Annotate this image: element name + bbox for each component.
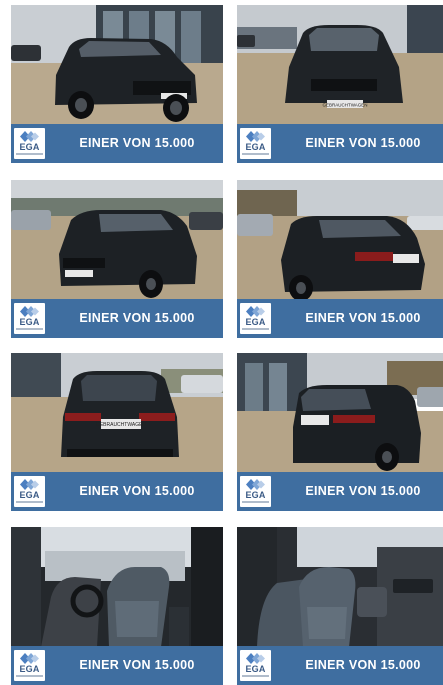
ega-logo: EGA (14, 128, 45, 159)
ega-logo-mark-icon (20, 479, 39, 490)
logo-text: EGA (19, 317, 40, 327)
banner-caption: EINER VON 15.000 (79, 311, 195, 325)
ega-logo-mark-icon (20, 131, 39, 142)
car-photo-front: GEBRAUCHTWAGEN (237, 5, 443, 125)
ega-logo-mark-icon (20, 653, 39, 664)
logo-subline (242, 501, 269, 503)
gallery-tile-6[interactable]: EGA EINER VON 15.000 (237, 353, 443, 511)
car-photo-interior-passenger-side (237, 527, 443, 647)
ega-logo-mark-icon (246, 306, 265, 317)
car-photo-front-three-quarter (11, 5, 223, 125)
ega-logo-mark-icon (246, 653, 265, 664)
logo-text: EGA (19, 142, 40, 152)
ega-logo: EGA (240, 650, 271, 681)
ega-logo-mark-icon (246, 479, 265, 490)
banner-caption: EINER VON 15.000 (305, 484, 421, 498)
car-photo-rear-three-quarter (237, 180, 443, 300)
promo-banner: EGA EINER VON 15.000 (11, 299, 223, 338)
logo-subline (242, 328, 269, 330)
banner-caption: EINER VON 15.000 (79, 136, 195, 150)
banner-caption: EINER VON 15.000 (305, 658, 421, 672)
promo-banner: EGA EINER VON 15.000 (237, 124, 443, 163)
ega-logo: EGA (14, 476, 45, 507)
logo-text: EGA (245, 490, 266, 500)
ega-logo: EGA (240, 128, 271, 159)
banner-caption: EINER VON 15.000 (79, 658, 195, 672)
logo-subline (16, 675, 43, 677)
ega-logo: EGA (14, 303, 45, 334)
logo-subline (16, 501, 43, 503)
ega-logo: EGA (240, 303, 271, 334)
gallery-tile-8[interactable]: EGA EINER VON 15.000 (237, 527, 443, 685)
car-photo-rear: GEBRAUCHTWAGEN (11, 353, 223, 473)
gallery-tile-1[interactable]: EGA EINER VON 15.000 (11, 5, 223, 163)
banner-caption: EINER VON 15.000 (305, 311, 421, 325)
photo-gallery: EGA EINER VON 15.000 GEBRAUCHTWAGEN EGA … (0, 0, 443, 685)
logo-subline (16, 153, 43, 155)
promo-banner: EGA EINER VON 15.000 (237, 472, 443, 511)
car-photo-rear-right (237, 353, 443, 473)
logo-text: EGA (245, 664, 266, 674)
promo-banner: EGA EINER VON 15.000 (237, 646, 443, 685)
logo-subline (242, 153, 269, 155)
logo-text: EGA (19, 664, 40, 674)
logo-text: EGA (19, 490, 40, 500)
promo-banner: EGA EINER VON 15.000 (11, 472, 223, 511)
gallery-tile-2[interactable]: GEBRAUCHTWAGEN EGA EINER VON 15.000 (237, 5, 443, 163)
logo-text: EGA (245, 317, 266, 327)
license-plate-text: GEBRAUCHTWAGEN (322, 103, 367, 108)
ega-logo: EGA (14, 650, 45, 681)
gallery-tile-5[interactable]: GEBRAUCHTWAGEN EGA EINER VON 15.000 (11, 353, 223, 511)
promo-banner: EGA EINER VON 15.000 (11, 646, 223, 685)
ega-logo-mark-icon (20, 306, 39, 317)
banner-caption: EINER VON 15.000 (305, 136, 421, 150)
ega-logo: EGA (240, 476, 271, 507)
promo-banner: EGA EINER VON 15.000 (237, 299, 443, 338)
gallery-tile-7[interactable]: EGA EINER VON 15.000 (11, 527, 223, 685)
gallery-tile-4[interactable]: EGA EINER VON 15.000 (237, 180, 443, 338)
logo-subline (16, 328, 43, 330)
ega-logo-mark-icon (246, 131, 265, 142)
promo-banner: EGA EINER VON 15.000 (11, 124, 223, 163)
gallery-tile-3[interactable]: EGA EINER VON 15.000 (11, 180, 223, 338)
license-plate-text: GEBRAUCHTWAGEN (96, 422, 146, 428)
logo-text: EGA (245, 142, 266, 152)
banner-caption: EINER VON 15.000 (79, 484, 195, 498)
car-photo-front-left (11, 180, 223, 300)
car-photo-interior-front-seats (11, 527, 223, 647)
logo-subline (242, 675, 269, 677)
